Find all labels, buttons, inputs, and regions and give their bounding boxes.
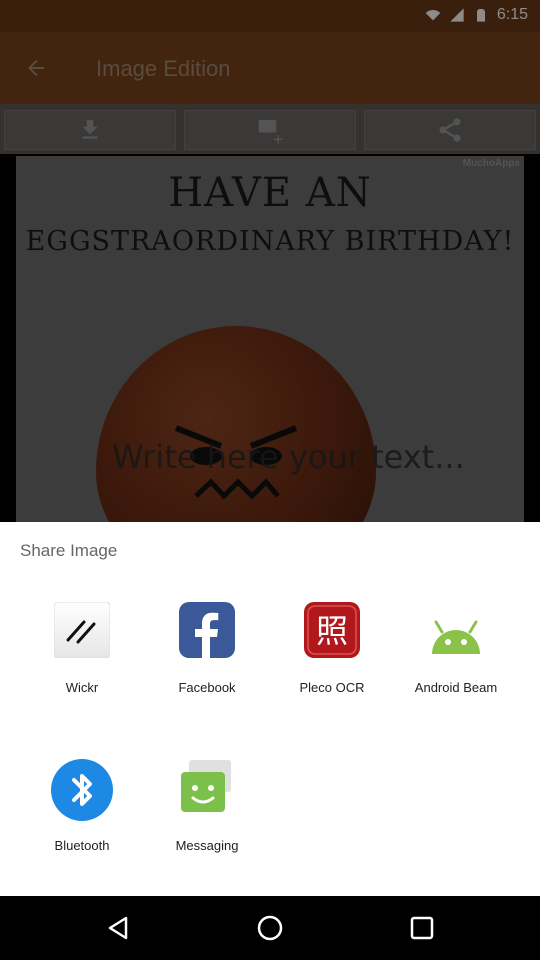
share-target-label: Android Beam [414, 680, 498, 695]
share-sheet: Share Image Wickr Facebook 照 Pleco OCR A… [0, 522, 540, 896]
share-target-label: Wickr [65, 680, 99, 695]
back-icon[interactable] [104, 914, 132, 942]
share-target-android-beam[interactable]: Android Beam [396, 602, 516, 712]
share-target-bluetooth[interactable]: Bluetooth [22, 759, 142, 870]
navigation-bar [0, 896, 540, 960]
share-target-pleco-ocr[interactable]: 照 Pleco OCR [272, 602, 392, 712]
pleco-ocr-icon: 照 [304, 602, 360, 658]
share-target-facebook[interactable]: Facebook [147, 602, 267, 712]
share-target-wickr[interactable]: Wickr [22, 602, 142, 712]
android-beam-icon [432, 620, 480, 654]
recents-icon[interactable] [408, 914, 436, 942]
share-target-label: Messaging [175, 838, 239, 853]
home-icon[interactable] [256, 914, 284, 942]
share-target-messaging[interactable]: Messaging [147, 760, 267, 870]
facebook-icon [179, 602, 235, 658]
bluetooth-icon [51, 759, 113, 821]
messaging-icon [181, 760, 231, 812]
share-target-label: Pleco OCR [299, 680, 365, 695]
share-target-label: Bluetooth [54, 838, 110, 853]
svg-text:照: 照 [316, 612, 348, 650]
dim-overlay[interactable] [0, 0, 540, 522]
share-sheet-title: Share Image [20, 541, 118, 560]
share-target-label: Facebook [178, 680, 236, 695]
wickr-icon [54, 602, 110, 658]
